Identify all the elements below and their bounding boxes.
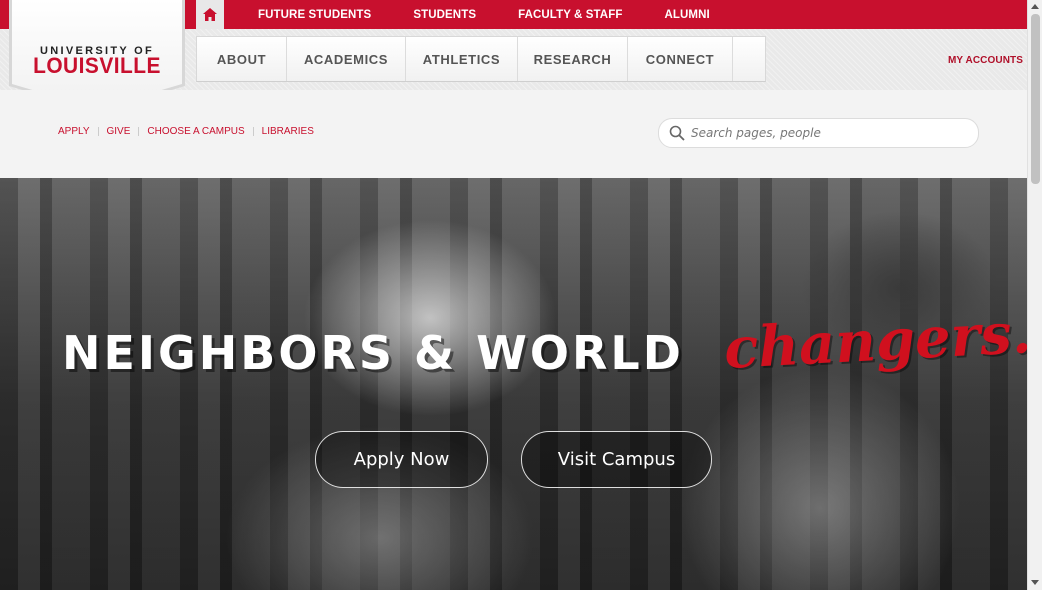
main-nav: ABOUT ACADEMICS ATHLETICS RESEARCH CONNE…	[196, 36, 766, 82]
visit-campus-button[interactable]: Visit Campus	[521, 431, 712, 488]
nav-connect[interactable]: CONNECT	[628, 37, 733, 81]
nav-spacer	[733, 37, 765, 81]
hero-headline: NEIGHBORS & WORLD	[62, 326, 684, 380]
link-divider	[97, 127, 99, 136]
quicklink-apply[interactable]: APPLY	[58, 126, 90, 137]
link-divider	[252, 127, 254, 136]
search-icon[interactable]	[669, 125, 685, 141]
apply-now-button[interactable]: Apply Now	[315, 431, 488, 488]
quick-links: APPLY GIVE CHOOSE A CAMPUS LIBRARIES	[58, 126, 314, 137]
link-divider	[138, 127, 140, 136]
nav-future-students[interactable]: FUTURE STUDENTS	[258, 9, 371, 21]
page-scrollbar[interactable]	[1027, 0, 1042, 590]
nav-students[interactable]: STUDENTS	[413, 9, 476, 21]
logo-louisville: LOUISVILLE	[33, 53, 161, 78]
hero-photo	[0, 178, 1027, 590]
home-button[interactable]	[196, 0, 224, 29]
nav-academics[interactable]: ACADEMICS	[287, 37, 406, 81]
my-accounts-link[interactable]: MY ACCOUNTS	[948, 55, 1023, 66]
nav-faculty-staff[interactable]: FACULTY & STAFF	[518, 9, 622, 21]
quicklink-choose-campus[interactable]: CHOOSE A CAMPUS	[147, 126, 244, 137]
nav-alumni[interactable]: ALUMNI	[664, 9, 709, 21]
quicklink-give[interactable]: GIVE	[107, 126, 131, 137]
quicklink-libraries[interactable]: LIBRARIES	[262, 126, 314, 137]
hero-banner: NEIGHBORS & WORLD changers. Apply Now Vi…	[0, 178, 1027, 590]
scroll-up-icon[interactable]	[1031, 4, 1039, 9]
home-icon	[203, 8, 217, 21]
nav-athletics[interactable]: ATHLETICS	[406, 37, 518, 81]
nav-research[interactable]: RESEARCH	[518, 37, 628, 81]
audience-nav: FUTURE STUDENTS STUDENTS FACULTY & STAFF…	[258, 0, 752, 29]
search-box[interactable]	[658, 118, 979, 148]
nav-about[interactable]: ABOUT	[197, 37, 287, 81]
scroll-down-icon[interactable]	[1031, 580, 1039, 585]
search-input[interactable]	[689, 125, 963, 141]
scrollbar-thumb[interactable]	[1031, 14, 1040, 184]
